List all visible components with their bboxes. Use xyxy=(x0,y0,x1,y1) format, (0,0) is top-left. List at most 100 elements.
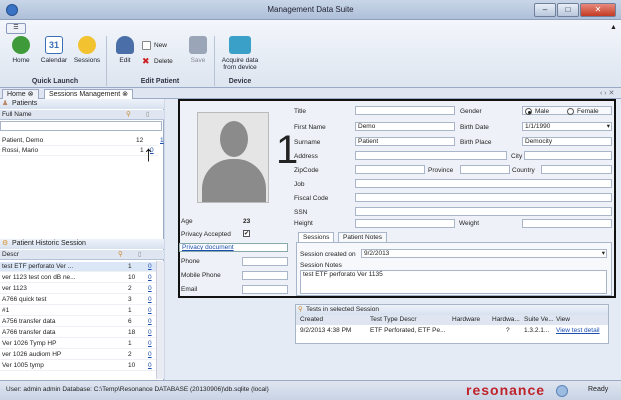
surname-field[interactable]: Patient xyxy=(355,137,455,146)
reports-count-icon: ▯ xyxy=(138,251,142,258)
chevron-down-icon: ▾ xyxy=(601,250,605,257)
history-row[interactable]: A766 quick test 3 0 xyxy=(0,295,158,305)
age-label: Age xyxy=(181,218,193,225)
home-icon xyxy=(12,36,30,54)
history-row[interactable]: A756 transfer data 6 0 xyxy=(0,317,158,327)
tests-count-icon: ▯ xyxy=(146,111,150,118)
address-field[interactable] xyxy=(355,151,507,160)
history-scrollbar[interactable] xyxy=(156,261,164,379)
birth-place-field[interactable]: Democity xyxy=(522,137,612,146)
group-quick-launch: Quick Launch xyxy=(31,78,79,85)
group-edit-patient: Edit Patient xyxy=(140,78,180,85)
privacy-label: Privacy Accepted xyxy=(181,231,231,238)
email-field[interactable] xyxy=(242,285,288,294)
avatar-body xyxy=(202,159,266,202)
gender-male-radio[interactable] xyxy=(525,108,532,115)
birth-place-label: Birth Place xyxy=(460,139,492,146)
acquire-button[interactable]: Acquire data from device xyxy=(218,36,262,72)
session-notes-label: Session Notes xyxy=(300,262,342,269)
first-name-label: First Name xyxy=(294,124,326,131)
province-field[interactable] xyxy=(460,165,510,174)
delete-button[interactable]: ✖ Delete xyxy=(140,56,173,67)
history-row[interactable]: ver 1123 2 0 xyxy=(0,284,158,294)
edit-button[interactable]: Edit xyxy=(110,36,140,72)
patient-filter-input[interactable] xyxy=(0,121,162,131)
history-column-header[interactable]: Descr ⚲ ▯ xyxy=(0,250,164,260)
history-row[interactable]: ver 1026 audiom HP 2 0 xyxy=(0,350,158,360)
group-device: Device xyxy=(228,78,252,85)
patient-row[interactable]: Patient, Demo 12 1 xyxy=(0,136,164,146)
country-field[interactable] xyxy=(541,165,612,174)
device-icon xyxy=(229,36,251,54)
users-icon: ♟ xyxy=(2,100,9,107)
save-button[interactable]: Save xyxy=(183,36,213,72)
patient-row[interactable]: Rossi, Mario 1 0 xyxy=(0,146,158,156)
maximize-button[interactable]: □ xyxy=(557,3,579,17)
close-icon[interactable]: ⊗ xyxy=(28,91,34,98)
session-selector[interactable]: 9/2/2013 ▾ xyxy=(361,249,607,258)
job-field[interactable] xyxy=(355,179,612,188)
close-icon[interactable]: ⊗ xyxy=(122,91,128,98)
tab-sessions[interactable]: Sessions xyxy=(298,232,335,242)
close-button[interactable]: ✕ xyxy=(580,3,616,17)
tab-home[interactable]: Home ⊗ xyxy=(2,89,39,99)
calendar-label: Calendar xyxy=(40,57,68,64)
save-label: Save xyxy=(190,57,206,64)
new-button[interactable]: New xyxy=(140,40,167,51)
history-row[interactable]: Ver 1005 tymp 10 0 xyxy=(0,361,158,371)
sessions-button[interactable]: Sessions xyxy=(72,36,102,72)
tests-header: ⚲ Tests in selected Session xyxy=(296,305,608,315)
patients-column-header[interactable]: Full Name ⚲ ▯ xyxy=(0,110,164,120)
ssn-field[interactable] xyxy=(355,207,612,216)
tab-scroll-icons[interactable]: ‹ › ✕ xyxy=(600,89,614,97)
ribbon-collapse-icon[interactable]: ▲ xyxy=(610,24,617,31)
photo-number-label: 1 xyxy=(276,128,299,172)
phone-field[interactable] xyxy=(242,257,288,266)
history-row[interactable]: ver 1123 test con dB ne... 10 0 xyxy=(0,273,158,283)
privacy-checkbox[interactable]: ✔ xyxy=(243,230,250,237)
birth-date-picker[interactable]: 1/1/1990 ▾ xyxy=(522,122,612,131)
minimize-button[interactable]: – xyxy=(534,3,556,17)
save-icon xyxy=(189,36,207,54)
zipcode-field[interactable] xyxy=(355,165,425,174)
title-field[interactable] xyxy=(355,106,455,115)
city-field[interactable] xyxy=(524,151,612,160)
acquire-label: Acquire data from device xyxy=(221,57,259,71)
tests-column-header[interactable]: Created Test Type Descr Hardware Hardwa.… xyxy=(296,315,608,325)
history-row[interactable]: Ver 1026 Tymp HP 1 0 xyxy=(0,339,158,349)
age-value: 23 xyxy=(243,218,251,225)
view-test-detail-link[interactable]: View test detail xyxy=(556,326,600,336)
tab-sessions-management[interactable]: Sessions Management ⊗ xyxy=(44,89,134,99)
home-button[interactable]: Home xyxy=(6,36,36,72)
sessions-label: Sessions xyxy=(73,57,101,64)
chevron-down-icon: ▾ xyxy=(606,123,610,130)
fiscal-code-field[interactable] xyxy=(355,193,612,202)
sessions-icon xyxy=(78,36,96,54)
weight-field[interactable] xyxy=(522,219,612,228)
session-notes-field[interactable]: test ETF perforato Ver 1135 xyxy=(300,270,607,294)
ribbon-separator xyxy=(214,36,215,86)
birth-date-label: Birth Date xyxy=(460,124,489,131)
history-row[interactable]: test ETF perforato Ver ... 1 0 xyxy=(0,262,158,272)
privacy-document-link[interactable]: Privacy document xyxy=(179,243,288,252)
history-row[interactable]: A766 transfer data 18 0 xyxy=(0,328,158,338)
tab-patient-notes[interactable]: Patient Notes xyxy=(338,232,388,242)
first-name-field[interactable]: Demo xyxy=(355,122,455,131)
zipcode-label: ZipCode xyxy=(294,167,319,174)
edit-label: Edit xyxy=(119,57,131,64)
patient-photo[interactable] xyxy=(197,112,269,203)
calendar-button[interactable]: 31 Calendar xyxy=(39,36,69,72)
history-row[interactable]: #1 1 0 xyxy=(0,306,158,316)
fiscal-code-label: Fiscal Code xyxy=(294,195,329,202)
new-icon xyxy=(142,41,151,50)
test-row[interactable]: 9/2/2013 4:38 PM ETF Perforated, ETF Pe.… xyxy=(296,326,608,336)
annotation-arrow-icon: ↑ xyxy=(143,141,154,166)
ssn-label: SSN xyxy=(294,209,308,216)
gender-female-radio[interactable] xyxy=(567,108,574,115)
email-label: Email xyxy=(181,286,198,293)
height-field[interactable] xyxy=(355,219,455,228)
quick-access-menu-button[interactable]: ☰ xyxy=(6,23,26,34)
history-header: ⚙ Patient Historic Session xyxy=(0,239,164,249)
height-label: Height xyxy=(294,220,313,227)
mobile-field[interactable] xyxy=(242,271,288,280)
